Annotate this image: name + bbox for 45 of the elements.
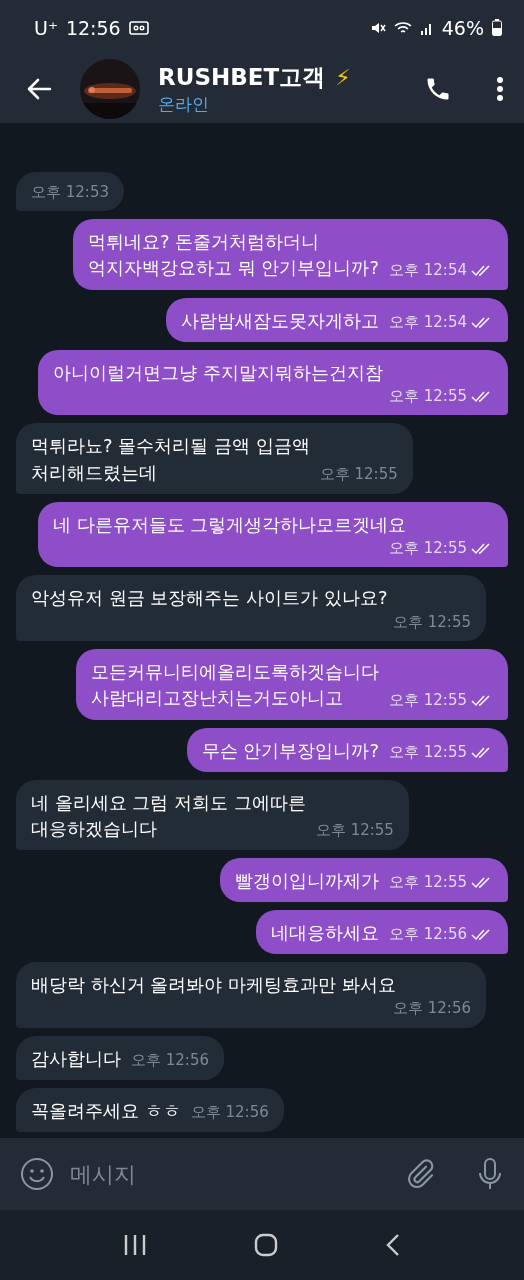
chat-title: RUSHBET고객	[158, 63, 326, 92]
message-text: 빨갱이입니까제가	[235, 868, 379, 893]
message-text: 배당락 하신거 올려봐야 마케팅효과만 봐서요	[31, 972, 396, 997]
message-text: 꼭올려주세요 ㅎㅎ	[31, 1098, 181, 1123]
message-text: 네 올리세요 그럼 저희도 그에따른 대응하겠습니다	[31, 790, 306, 841]
message-text: 네 다른유저들도 그렇게생각하나모르겟네요	[53, 512, 407, 537]
message-time: 오후 12:55	[393, 611, 471, 633]
message-text: 모든커뮤니티에올리도록하겟습니다 사람대리고장난치는거도아니고	[91, 660, 379, 711]
status-time: 12:56	[65, 16, 121, 39]
message-time: 오후 12:56	[190, 1102, 269, 1124]
message-time: 오후 12:56	[389, 924, 467, 946]
message-time: 오후 12:55	[389, 741, 467, 763]
home-icon[interactable]	[254, 1233, 278, 1257]
message-time: 오후 12:53	[31, 181, 109, 203]
battery-percent: 46%	[441, 16, 484, 39]
microphone-icon[interactable]	[476, 1157, 504, 1191]
message-time: 오후 12:56	[393, 998, 471, 1020]
message-time: 오후 12:55	[319, 463, 398, 485]
emoji-icon[interactable]	[20, 1157, 54, 1191]
message-text: 감사합니다	[31, 1046, 121, 1071]
message-text: 악성유저 원금 보장해주는 사이트가 있나요?	[31, 586, 388, 611]
back-nav-icon[interactable]	[384, 1233, 401, 1257]
wifi-icon	[393, 19, 412, 36]
message-text: 무슨 안기부장입니까?	[201, 738, 379, 763]
message-time: 오후 12:55	[389, 537, 467, 559]
message-time: 오후 12:55	[389, 385, 467, 407]
more-icon[interactable]	[496, 76, 504, 102]
back-icon[interactable]	[26, 78, 52, 100]
message-text: 먹튀라뇨? 몰수처리될 금액 입금액 처리해드렸는데	[31, 434, 310, 485]
message-time: 오후 12:54	[389, 311, 467, 333]
message-time: 오후 12:55	[389, 872, 467, 894]
recent-apps-icon[interactable]	[123, 1234, 148, 1256]
lightning-emoji: ⚡	[335, 65, 351, 90]
battery-icon	[492, 19, 502, 36]
message-text: 네대응하세요	[271, 920, 379, 945]
message-text: 사람밤새잠도못자게하고	[181, 308, 379, 333]
message-time: 오후 12:54	[389, 259, 467, 281]
carrier-label: U⁺	[34, 16, 58, 39]
message-time: 오후 12:55	[315, 820, 394, 842]
online-status: 온라인	[158, 93, 210, 116]
cassette-icon	[128, 19, 149, 36]
message-time: 오후 12:55	[389, 689, 467, 711]
message-text: 아니이럴거면그냥 주지말지뭐하는건지참	[53, 360, 383, 385]
message-time: 오후 12:56	[131, 1050, 209, 1072]
message-text: 먹튀네요? 돈줄거처럼하더니 억지자백강요하고 뭐 안기부입니까?	[88, 230, 379, 281]
